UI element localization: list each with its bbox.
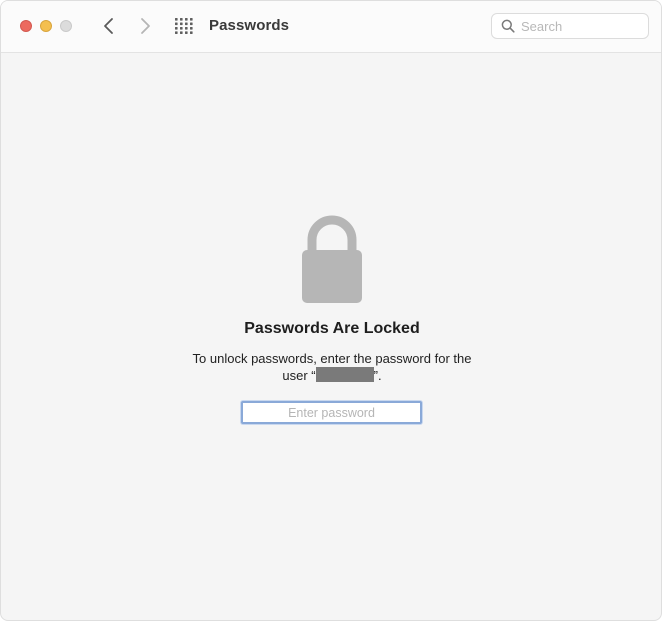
locked-heading: Passwords Are Locked	[244, 320, 420, 337]
back-button[interactable]	[98, 15, 118, 37]
title-bar: Passwords	[1, 1, 661, 53]
forward-button[interactable]	[135, 15, 155, 37]
password-field[interactable]	[241, 401, 422, 424]
minimize-window-button[interactable]	[40, 20, 52, 32]
search-field[interactable]	[491, 13, 649, 39]
close-window-button[interactable]	[20, 20, 32, 32]
passwords-window: Passwords Passwords Are Locked To unlock…	[0, 0, 662, 621]
chevron-left-icon	[103, 18, 113, 34]
chevron-right-icon	[140, 18, 150, 34]
unlock-message: To unlock passwords, enter the password …	[182, 350, 482, 384]
zoom-window-button[interactable]	[60, 20, 72, 32]
show-all-grid-icon[interactable]	[175, 18, 193, 34]
redacted-username	[315, 367, 374, 382]
search-icon	[501, 19, 515, 33]
window-title: Passwords	[209, 17, 290, 34]
password-input[interactable]	[243, 403, 420, 422]
lock-icon	[302, 215, 362, 303]
unlock-message-suffix: ”.	[373, 368, 382, 383]
search-input[interactable]	[521, 17, 641, 35]
